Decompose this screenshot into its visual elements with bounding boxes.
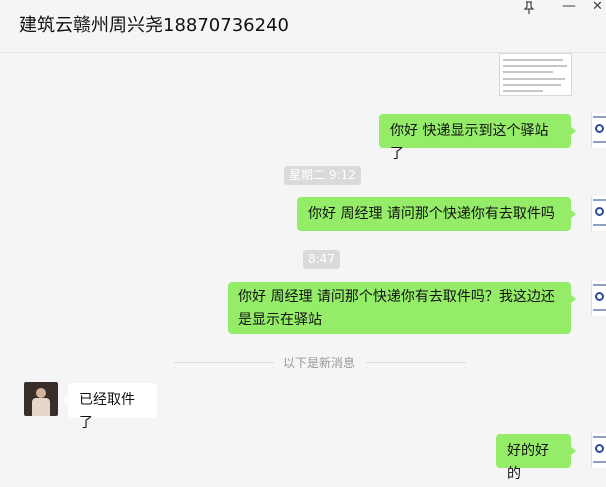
message-bubble-self[interactable]: 你好 周经理 请问那个快递你有去取件吗 xyxy=(297,197,576,231)
message-text-line: 你好 周经理 请问那个快递你有去取件吗？我这边还 xyxy=(238,289,555,305)
new-messages-divider: 以下是新消息 xyxy=(283,356,356,370)
image-message-thumbnail[interactable] xyxy=(499,53,572,96)
message-bubble-self[interactable]: 好的好的 xyxy=(496,434,576,482)
self-avatar[interactable] xyxy=(591,196,606,231)
close-icon[interactable]: ✕ xyxy=(592,0,603,14)
self-avatar[interactable] xyxy=(591,433,606,468)
message-text: 好的好的 xyxy=(507,443,549,482)
timestamp: 星期二 9:12 xyxy=(284,166,361,185)
pin-icon[interactable] xyxy=(523,1,535,19)
message-bubble-other[interactable]: 已经取件了 xyxy=(63,383,157,431)
message-text: 已经取件了 xyxy=(79,392,135,431)
chat-title: 建筑云赣州周兴尧18870736240 xyxy=(19,15,289,36)
self-avatar[interactable] xyxy=(591,113,606,148)
timestamp: 8:47 xyxy=(303,250,340,269)
divider-line-right xyxy=(366,362,466,363)
message-bubble-self[interactable]: 你好 周经理 请问那个快递你有去取件吗？我这边还 是显示在驿站 xyxy=(228,282,576,334)
divider-line-left xyxy=(174,362,274,363)
message-text: 你好 周经理 请问那个快递你有去取件吗 xyxy=(308,206,555,222)
message-bubble-self[interactable]: 你好 快递显示到这个驿站了 xyxy=(379,114,576,162)
contact-avatar[interactable] xyxy=(24,382,58,416)
message-text-line: 是显示在驿站 xyxy=(238,312,322,328)
self-avatar[interactable] xyxy=(591,281,606,316)
minimize-icon[interactable]: — xyxy=(562,0,576,14)
chat-header: 建筑云赣州周兴尧18870736240 — ✕ xyxy=(0,0,606,53)
message-text: 你好 快递显示到这个驿站了 xyxy=(390,123,549,162)
